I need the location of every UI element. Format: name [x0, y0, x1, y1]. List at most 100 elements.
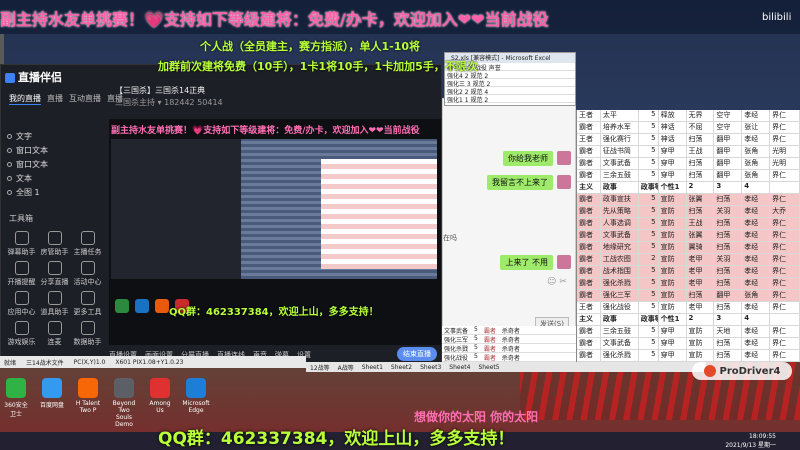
stream-preview[interactable]: 副主持水友单挑赛！💗支持如下等级建将：免费/办卡，欢迎加入❤❤当前战役 QQ群：…: [109, 119, 441, 345]
table-cell[interactable]: 孝经: [742, 326, 771, 337]
sheet-tab[interactable]: Sheet4: [449, 364, 470, 371]
table-cell[interactable]: 5: [639, 158, 659, 169]
tool-button[interactable]: 主播任务: [71, 231, 104, 257]
table-cell[interactable]: 5: [639, 278, 659, 289]
table-cell[interactable]: 孝经: [742, 218, 771, 229]
table-cell[interactable]: 政事等级: [639, 182, 659, 193]
table-row[interactable]: 霸者 工战农图 2 宣防 老甲 关羽 孝经 界仁: [577, 254, 800, 266]
stream-tab[interactable]: 互动直播: [69, 93, 101, 105]
table-cell[interactable]: 界仁: [770, 134, 800, 145]
sheet-tab[interactable]: Sheet5: [478, 364, 499, 371]
scene-item[interactable]: 文字: [7, 129, 87, 143]
scene-item[interactable]: 全图 1: [7, 185, 87, 199]
table-cell[interactable]: 5: [639, 206, 659, 217]
table-cell[interactable]: 扫荡: [714, 230, 743, 241]
table-cell[interactable]: 光明: [770, 146, 800, 157]
table-cell[interactable]: 5: [639, 218, 659, 229]
table-cell[interactable]: 霸者: [577, 242, 601, 253]
tool-button[interactable]: 数据助手: [71, 321, 104, 347]
table-cell[interactable]: 扫荡: [714, 278, 743, 289]
table-cell[interactable]: 2: [639, 254, 659, 265]
table-cell[interactable]: 3: [714, 182, 743, 193]
table-cell[interactable]: 霸者: [577, 158, 601, 169]
tool-button[interactable]: 应用中心: [5, 291, 38, 317]
table-cell[interactable]: 翻甲: [714, 134, 743, 145]
table-cell[interactable]: 张角: [742, 146, 771, 157]
table-row[interactable]: 霸者 培养水军 5 神话 不屈 空守 张让 界仁: [577, 122, 800, 134]
table-cell[interactable]: 扫荡: [687, 158, 715, 169]
table-cell[interactable]: 界仁: [770, 122, 800, 133]
tool-button[interactable]: 道具助手: [38, 291, 71, 317]
table-cell[interactable]: 王者: [577, 134, 601, 145]
table-cell[interactable]: 5: [639, 350, 659, 361]
table-cell[interactable]: 霸者: [577, 170, 601, 181]
table-row[interactable]: 强化三军 5 霸者 杀奇者: [442, 335, 576, 344]
scene-item[interactable]: 窗口文本: [7, 143, 87, 157]
table-cell[interactable]: 孝经: [742, 254, 771, 265]
table-row[interactable]: 霸者 人事选调 5 宣防 王战 扫荡 孝经 界仁: [577, 218, 800, 230]
table-cell[interactable]: 霸者: [577, 278, 601, 289]
tool-button[interactable]: 房管助手: [38, 231, 71, 257]
table-cell[interactable]: 宣防: [687, 338, 715, 349]
table-cell[interactable]: 张让: [742, 122, 771, 133]
table-cell[interactable]: 关羽: [714, 206, 743, 217]
table-cell[interactable]: 政事等级: [639, 314, 659, 325]
table-cell[interactable]: 2: [687, 182, 715, 193]
chat-toolbar-icons[interactable]: ☺ ✂: [547, 277, 567, 287]
table-cell[interactable]: 界仁: [770, 290, 800, 301]
table-cell[interactable]: 翼骑: [687, 242, 715, 253]
scene-item[interactable]: 文本: [7, 171, 87, 185]
tool-button[interactable]: 活动中心: [71, 261, 104, 287]
tool-button[interactable]: 分享直播: [38, 261, 71, 287]
table-row[interactable]: 霸者 政事宣扶 5 宣防 张翼 扫荡 孝经 界仁: [577, 194, 800, 206]
table-cell[interactable]: 扫荡: [687, 170, 715, 181]
table-cell[interactable]: 无界: [687, 110, 715, 121]
taskbar-clock[interactable]: 18:09:55 2021/9/13 星期一: [725, 433, 776, 449]
table-cell[interactable]: 孝经: [742, 278, 771, 289]
table-cell[interactable]: 王战: [687, 218, 715, 229]
table-cell[interactable]: 强化战役: [601, 302, 639, 313]
table-cell[interactable]: 霸者: [577, 230, 601, 241]
table-cell[interactable]: 空守: [714, 110, 743, 121]
table-cell[interactable]: 战术指围: [601, 266, 639, 277]
table-cell[interactable]: 地缘研究: [601, 242, 639, 253]
table-cell[interactable]: 王者: [577, 110, 601, 121]
prodriver-badge[interactable]: ProDriver4: [692, 362, 792, 380]
table-row[interactable]: 霸者 文事武备 5 宣防 张翼 扫荡 孝经 界仁: [577, 230, 800, 242]
table-cell[interactable]: 王者: [577, 302, 601, 313]
table-cell[interactable]: 王战: [687, 146, 715, 157]
table-cell[interactable]: 个性1: [659, 182, 687, 193]
table-cell[interactable]: 扫荡: [714, 218, 743, 229]
table-cell[interactable]: 孝经: [742, 110, 771, 121]
table-cell[interactable]: 宣防: [659, 254, 687, 265]
table-cell[interactable]: 宣防: [687, 326, 715, 337]
table-cell[interactable]: 穿甲: [659, 158, 687, 169]
table-cell[interactable]: 霸者: [577, 218, 601, 229]
table-cell[interactable]: 界仁: [770, 242, 800, 253]
table-cell[interactable]: 4: [742, 314, 771, 325]
table-cell[interactable]: 霸者: [577, 146, 601, 157]
table-cell[interactable]: 扫荡: [687, 134, 715, 145]
tool-button[interactable]: 更多工具: [71, 291, 104, 317]
visibility-icon[interactable]: [7, 189, 12, 195]
table-cell[interactable]: 人事选调: [601, 218, 639, 229]
table-cell[interactable]: 宣防: [659, 194, 687, 205]
table-cell[interactable]: 霸者: [577, 194, 601, 205]
table-cell[interactable]: 界仁: [770, 278, 800, 289]
table-cell[interactable]: 翻甲: [714, 158, 743, 169]
end-stream-button[interactable]: 结束直播: [397, 347, 437, 361]
table-cell[interactable]: 界仁: [770, 266, 800, 277]
table-cell[interactable]: 5: [639, 338, 659, 349]
table-cell[interactable]: 5: [639, 122, 659, 133]
table-cell[interactable]: 界仁: [770, 302, 800, 313]
table-cell[interactable]: 翻甲: [714, 146, 743, 157]
table-cell[interactable]: 扫荡: [714, 302, 743, 313]
table-cell[interactable]: 孝经: [742, 194, 771, 205]
table-cell[interactable]: 扫荡: [687, 290, 715, 301]
table-cell[interactable]: 空守: [714, 122, 743, 133]
table-cell[interactable]: 文事武备: [601, 158, 639, 169]
table-row[interactable]: 霸者 强化杀戮 5 穿甲 宣防 扫荡 孝经 界仁: [577, 350, 800, 362]
desktop-icon[interactable]: H Talent Two P: [74, 378, 102, 428]
table-cell[interactable]: 文事武备: [601, 338, 639, 349]
table-cell[interactable]: 孝经: [742, 266, 771, 277]
